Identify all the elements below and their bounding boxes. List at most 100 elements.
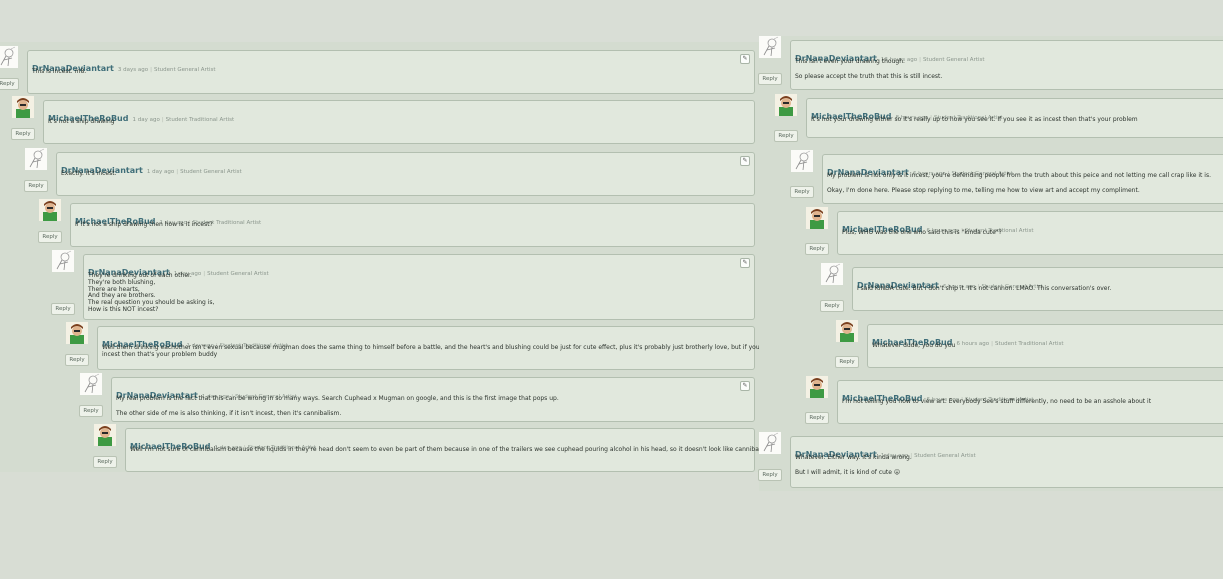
comment-text: My problem is not only is it incest, you… <box>827 172 1211 179</box>
user-role: Student General Artist <box>153 67 216 73</box>
avatar[interactable] <box>806 376 828 398</box>
meta-separator: | <box>161 117 164 123</box>
comment-card: DrNanaDeviantart 6 hours ago | Student Gene… <box>852 267 1223 311</box>
comment-card: DrNanaDeviantart 3 days ago | Student Gener… <box>27 50 755 94</box>
avatar[interactable] <box>80 373 102 395</box>
comment-meta: 3 days ago | Student General Artist <box>118 67 216 73</box>
comment-meta: 1 day ago | Student General Artist <box>147 169 242 175</box>
comment-card: DrNanaDeviantart 1 day ago | Student Genera… <box>790 436 1223 488</box>
character-avatar-icon <box>836 320 858 342</box>
reply-button[interactable]: Reply <box>758 73 782 85</box>
reply-button[interactable]: Reply <box>835 356 859 368</box>
timestamp[interactable]: 1 day ago <box>147 169 174 175</box>
edit-pencil-icon[interactable]: ✎ <box>740 156 750 166</box>
reply-button[interactable]: Reply <box>805 243 829 255</box>
avatar[interactable] <box>806 207 828 229</box>
edit-pencil-icon[interactable]: ✎ <box>740 54 750 64</box>
character-avatar-icon <box>806 376 828 398</box>
avatar[interactable] <box>66 322 88 344</box>
comment-card: DrNanaDeviantart 1 day ago | Student Genera… <box>83 254 755 320</box>
reply-button[interactable]: Reply <box>820 300 844 312</box>
comment-card: DrNanaDeviantart 1 day ago | Student Genera… <box>56 152 755 196</box>
reply-button[interactable]: Reply <box>93 456 117 468</box>
comment-card: DrNanaDeviantart 6 hours ago | Student Gene… <box>822 154 1223 204</box>
comment: Reply MichaelTheRoBud 6 hours ago | Student … <box>805 376 1223 424</box>
comment: Reply DrNanaDeviantart 1 day ago | Student G… <box>758 432 1223 488</box>
comment: Reply DrNanaDeviantart 3 days ago | Student … <box>0 46 755 94</box>
sketch-avatar-icon <box>791 150 813 172</box>
comment-card: MichaelTheRoBud 1 day ago | Student Traditi… <box>70 203 755 247</box>
comment-text: This is incest. m8. <box>32 68 87 75</box>
reply-button[interactable]: Reply <box>38 231 62 243</box>
meta-separator: | <box>203 271 206 277</box>
user-role: Student General Artist <box>207 271 269 277</box>
comment-card: DrNanaDeviantart 13 hours ago | Student Gen… <box>790 40 1223 90</box>
avatar[interactable] <box>39 199 61 221</box>
comment-text: Whatever. Either way. It's kinda wrong. <box>795 454 912 461</box>
comment-text: How is this NOT incest? <box>88 306 159 313</box>
comment-text: But I will admit, it is kind of cute 😛 <box>795 468 901 476</box>
avatar[interactable] <box>52 250 74 272</box>
comment-text: I'm not telling you how to view art. Eve… <box>842 398 1152 405</box>
comment: Reply DrNanaDeviantart 6 hours ago | Student… <box>790 150 1223 204</box>
avatar[interactable] <box>775 94 797 116</box>
timestamp[interactable]: 3 days ago <box>118 67 148 73</box>
character-avatar-icon <box>806 207 828 229</box>
sketch-avatar-icon <box>0 46 18 68</box>
reply-button[interactable]: Reply <box>79 405 103 417</box>
edit-pencil-icon[interactable]: ✎ <box>740 258 750 268</box>
avatar[interactable] <box>759 36 781 58</box>
user-role: Student General Artist <box>922 57 985 63</box>
sketch-avatar-icon <box>759 36 781 58</box>
comment-text: This isn't even your drawing though. <box>795 58 905 65</box>
comment-text: Plus, WHO was the one who said this is "… <box>842 229 1002 236</box>
reply-button[interactable]: Reply <box>0 78 19 90</box>
sketch-avatar-icon <box>25 148 47 170</box>
comment-text: incest then that's your problem buddy <box>102 350 218 358</box>
comment-card: MichaelTheRoBud 1 day ago | Student Traditi… <box>97 326 787 370</box>
edit-pencil-icon[interactable]: ✎ <box>740 381 750 391</box>
comment-card: MichaelTheRoBud 6 hours ago | Student Tradi… <box>867 324 1223 368</box>
comment: Reply MichaelTheRoBud 6 hours ago | Student … <box>805 207 1223 255</box>
comment-card: MichaelTheRoBud 1 day ago | Student Traditi… <box>125 428 771 472</box>
character-avatar-icon <box>12 96 34 118</box>
comment: Reply DrNanaDeviantart 6 hours ago | Student… <box>820 263 1223 312</box>
comment-text: Well I'm not sure of cannibalism because… <box>130 446 772 453</box>
reply-button[interactable]: Reply <box>51 303 75 315</box>
character-avatar-icon <box>66 322 88 344</box>
avatar[interactable] <box>12 96 34 118</box>
reply-button[interactable]: Reply <box>24 180 48 192</box>
avatar[interactable] <box>25 148 47 170</box>
avatar[interactable] <box>836 320 858 342</box>
meta-separator: | <box>150 67 152 73</box>
reply-button[interactable]: Reply <box>758 469 782 481</box>
comment: Reply DrNanaDeviantart 1 day ago | Student G… <box>24 148 755 196</box>
comment: Reply DrNanaDeviantart 1 day ago | Student G… <box>51 250 755 320</box>
comment: Reply MichaelTheRoBud 1 day ago | Student Tr… <box>65 322 787 370</box>
comment-text: I said KINDA cute. But I don't ship it. … <box>857 285 1112 292</box>
sketch-avatar-icon <box>52 250 74 272</box>
comment-text: If it's not a ship drawing then how is i… <box>75 221 213 228</box>
avatar[interactable] <box>0 46 18 68</box>
timestamp[interactable]: 1 day ago <box>132 117 159 123</box>
comment-meta: 6 hours ago | Student Traditional Artist <box>956 341 1063 347</box>
comment: Reply MichaelTheRoBud 1 day ago | Student Tr… <box>11 96 755 144</box>
reply-button[interactable]: Reply <box>65 354 89 366</box>
comment: Reply DrNanaDeviantart 13 hours ago | Studen… <box>758 36 1223 90</box>
meta-separator: | <box>919 57 921 63</box>
reply-button[interactable]: Reply <box>11 128 35 140</box>
comment: Reply MichaelTheRoBud 8 hours ago | Student … <box>774 94 1223 142</box>
user-role: Student General Artist <box>180 169 242 175</box>
avatar[interactable] <box>821 263 843 285</box>
avatar[interactable] <box>94 424 116 446</box>
avatar[interactable] <box>759 432 781 454</box>
reply-button[interactable]: Reply <box>774 130 798 142</box>
comment: Reply MichaelTheRoBud 1 day ago | Student Tr… <box>38 199 755 247</box>
timestamp[interactable]: 6 hours ago <box>956 341 989 347</box>
comment: Reply DrNanaDeviantart 1 day ago | Student G… <box>79 373 755 422</box>
reply-button[interactable]: Reply <box>805 412 829 424</box>
reply-button[interactable]: Reply <box>790 186 814 198</box>
comment-text: The other side of me is also thinking, i… <box>116 409 342 417</box>
avatar[interactable] <box>791 150 813 172</box>
right-comment-thread: Reply DrNanaDeviantart 13 hours ago | Studen… <box>758 36 1223 491</box>
